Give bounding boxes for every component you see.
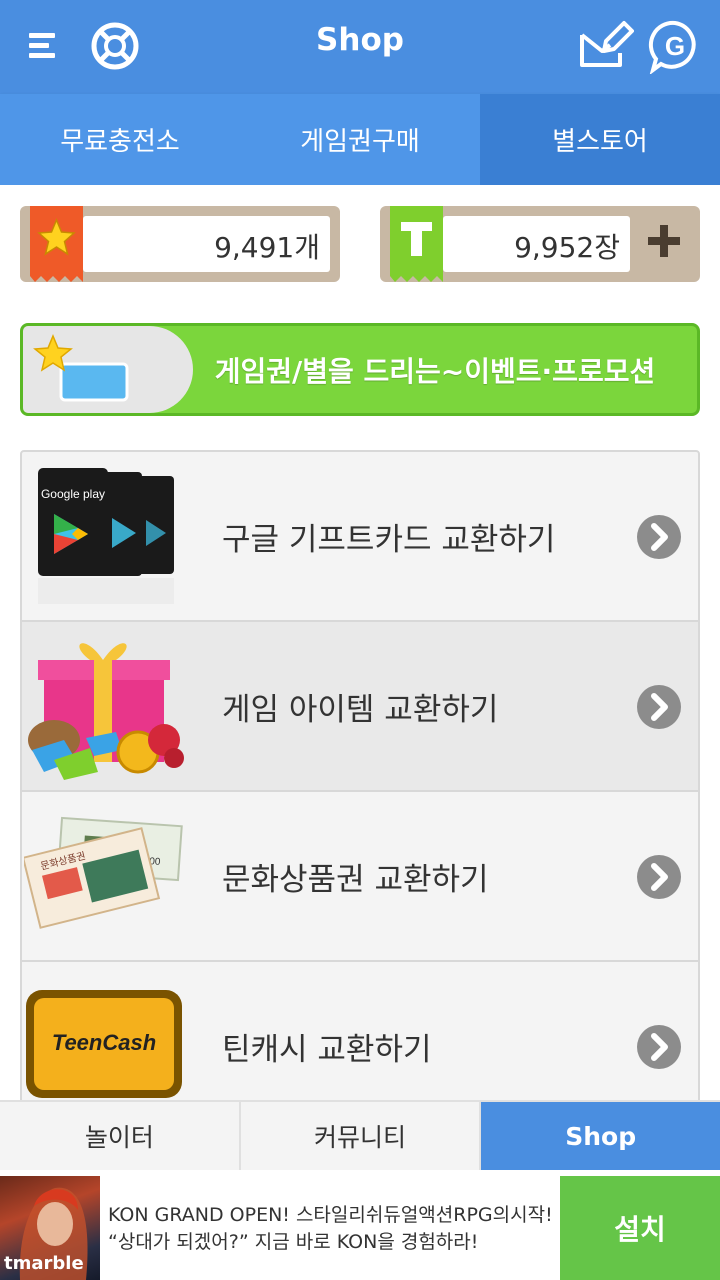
ad-image[interactable]: tmarble bbox=[0, 1176, 100, 1280]
teencash-logo-text: TeenCash bbox=[52, 1030, 156, 1055]
tab-game-ticket-purchase[interactable]: 게임권구매 bbox=[240, 94, 480, 185]
star-count: 9,491개 bbox=[214, 231, 320, 264]
nav-community[interactable]: 커뮤니티 bbox=[241, 1102, 482, 1170]
event-promotion-banner[interactable]: 게임권/별을 드리는~이벤트·프로모션 bbox=[20, 323, 700, 416]
list-item-game-item[interactable]: 게임 아이템 교환하기 bbox=[22, 622, 698, 792]
game-item-label: 게임 아이템 교환하기 bbox=[222, 692, 499, 728]
top-app-bar: Shop G bbox=[0, 0, 720, 94]
list-item-teencash[interactable]: TeenCash 틴캐시 교환하기 bbox=[22, 962, 698, 1100]
install-button[interactable]: 설치 bbox=[560, 1176, 720, 1280]
list-item-culture-voucher[interactable]: ₩5,000 문화상품권 문화상품권 교환하기 bbox=[21, 792, 698, 962]
ticket-t-icon bbox=[390, 206, 443, 282]
svg-text:G: G bbox=[665, 31, 685, 61]
star-balance: 9,491개 bbox=[20, 206, 340, 282]
chevron-right-icon[interactable] bbox=[636, 684, 682, 730]
culture-voucher-icon: ₩5,000 문화상품권 bbox=[21, 802, 184, 952]
ad-headline: KON GRAND OPEN! 스타일리쉬듀얼액션RPG의시작! bbox=[108, 1204, 553, 1226]
promo-text: 게임권/별을 드리는~이벤트·프로모션 bbox=[214, 355, 656, 388]
ad-brand: tmarble bbox=[4, 1253, 84, 1274]
chevron-right-icon[interactable] bbox=[636, 514, 682, 560]
culture-voucher-label: 문화상품권 교환하기 bbox=[222, 862, 489, 898]
exchange-list: Google play 구글 기프트카드 교환하기 게임 아이템 교환하기 문화… bbox=[20, 450, 700, 1100]
gift-box-gems-icon bbox=[24, 632, 184, 782]
chevron-right-icon[interactable] bbox=[636, 854, 682, 900]
nav-playground[interactable]: 놀이터 bbox=[0, 1102, 241, 1170]
google-giftcard-label: 구글 기프트카드 교환하기 bbox=[222, 522, 556, 558]
plus-icon[interactable] bbox=[644, 221, 684, 261]
teencash-card-icon: TeenCash bbox=[24, 972, 184, 1100]
ad-subline: “상대가 되겠어?” 지금 바로 KON을 경험하라! bbox=[108, 1231, 479, 1253]
teencash-label: 틴캐시 교환하기 bbox=[222, 1032, 432, 1068]
ticket-count: 9,952장 bbox=[514, 231, 620, 264]
google-play-card-icon: Google play bbox=[24, 462, 184, 612]
star-icon bbox=[30, 206, 83, 282]
ad-banner[interactable]: tmarble KON GRAND OPEN! 스타일리쉬듀얼액션RPG의시작!… bbox=[0, 1176, 720, 1280]
tab-free-charge[interactable]: 무료충전소 bbox=[0, 94, 240, 185]
edit-mail-icon[interactable] bbox=[576, 17, 634, 75]
shop-tabs: 무료충전소 게임권구매 별스토어 bbox=[0, 94, 720, 185]
list-item-google-giftcard[interactable]: Google play 구글 기프트카드 교환하기 bbox=[22, 452, 698, 622]
bottom-navigation: 놀이터 커뮤니티 Shop bbox=[0, 1100, 720, 1170]
chevron-right-icon[interactable] bbox=[636, 1024, 682, 1070]
g-chat-icon[interactable]: G bbox=[646, 17, 704, 75]
google-play-label: Google play bbox=[41, 487, 105, 501]
shop-content: 9,491개 9,952장 게임권/별을 드리는~이벤트·프로모션 Google… bbox=[0, 185, 720, 1100]
ticket-balance: 9,952장 bbox=[380, 206, 700, 282]
star-ticket-promo-icon bbox=[33, 334, 129, 402]
tab-star-store[interactable]: 별스토어 bbox=[480, 94, 720, 185]
nav-shop[interactable]: Shop bbox=[481, 1102, 720, 1170]
